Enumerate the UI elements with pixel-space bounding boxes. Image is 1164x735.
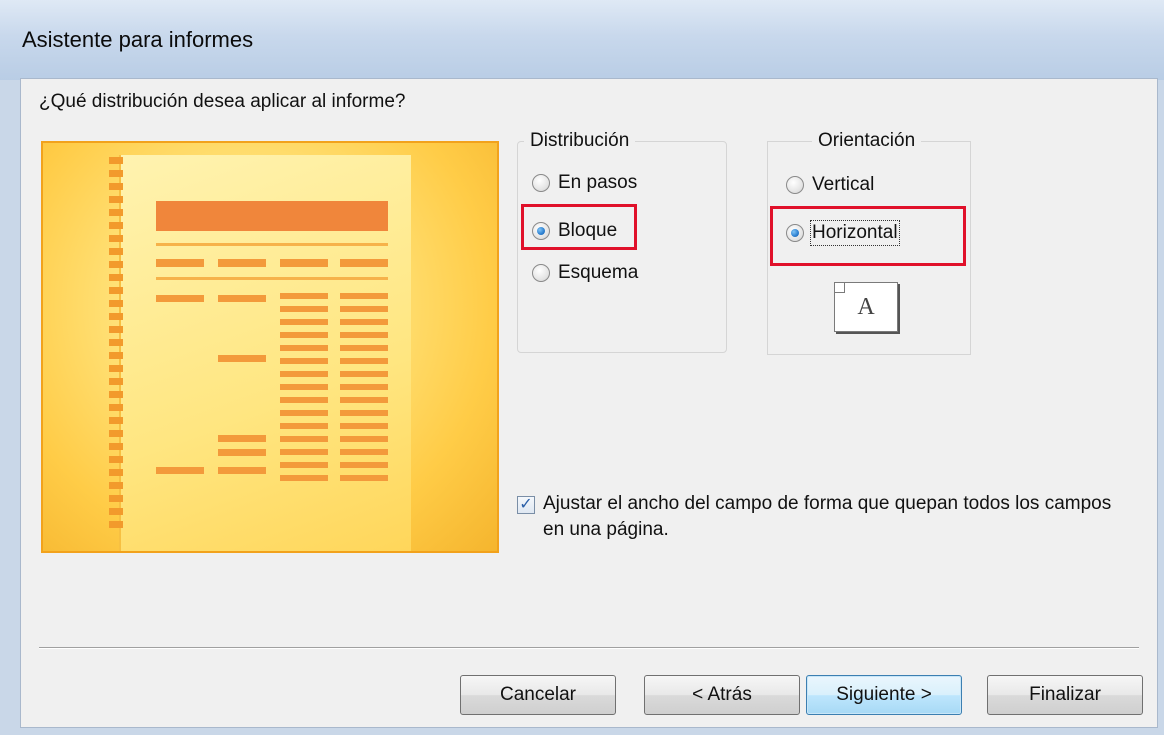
preview-column bbox=[280, 293, 328, 483]
preview-cell bbox=[156, 467, 204, 474]
window-title: Asistente para informes bbox=[22, 27, 254, 52]
finish-button[interactable]: Finalizar bbox=[987, 675, 1143, 715]
preview-header-cell bbox=[340, 259, 388, 267]
radio-label: Vertical bbox=[812, 174, 875, 195]
preview-cell bbox=[218, 435, 266, 442]
radio-button[interactable] bbox=[532, 264, 550, 282]
layout-preview-image bbox=[41, 141, 499, 553]
wizard-body: ¿Qué distribución desea aplicar al infor… bbox=[20, 78, 1158, 728]
highlight-box-horizontal bbox=[770, 206, 966, 266]
radio-en-pasos[interactable]: En pasos bbox=[532, 172, 637, 194]
preview-title-bar bbox=[156, 201, 388, 231]
fit-fields-checkbox-row[interactable]: ✓ Ajustar el ancho del campo de forma qu… bbox=[517, 491, 1127, 543]
radio-vertical[interactable]: Vertical bbox=[786, 174, 874, 196]
distribution-legend: Distribución bbox=[524, 130, 636, 152]
preview-cell bbox=[218, 355, 266, 362]
highlight-box-bloque bbox=[521, 204, 637, 250]
back-button[interactable]: < Atrás bbox=[644, 675, 800, 715]
title-bar: Asistente para informes bbox=[0, 0, 1164, 80]
preview-cell bbox=[218, 295, 266, 302]
preview-rule bbox=[156, 243, 388, 246]
preview-header-cell bbox=[218, 259, 266, 267]
page-icon-letter: A bbox=[857, 293, 875, 320]
preview-header-cell bbox=[280, 259, 328, 267]
question-label: ¿Qué distribución desea aplicar al infor… bbox=[39, 91, 406, 112]
preview-cell bbox=[218, 467, 266, 474]
separator bbox=[39, 647, 1139, 649]
fit-fields-label: Ajustar el ancho del campo de forma que … bbox=[543, 493, 1112, 540]
radio-esquema[interactable]: Esquema bbox=[532, 262, 638, 284]
radio-button[interactable] bbox=[786, 176, 804, 194]
landscape-page-icon: A bbox=[834, 282, 898, 332]
preview-binding bbox=[109, 157, 123, 537]
radio-button[interactable] bbox=[532, 174, 550, 192]
preview-header-cell bbox=[156, 259, 204, 267]
preview-cell bbox=[156, 295, 204, 302]
preview-column bbox=[340, 293, 388, 483]
radio-label: Esquema bbox=[558, 262, 639, 283]
cancel-button[interactable]: Cancelar bbox=[460, 675, 616, 715]
next-button[interactable]: Siguiente > bbox=[806, 675, 962, 715]
radio-label: En pasos bbox=[558, 172, 638, 193]
orientation-legend: Orientación bbox=[812, 130, 922, 152]
preview-rule bbox=[156, 277, 388, 280]
fit-fields-checkbox[interactable]: ✓ bbox=[517, 496, 535, 514]
preview-cell bbox=[218, 449, 266, 456]
